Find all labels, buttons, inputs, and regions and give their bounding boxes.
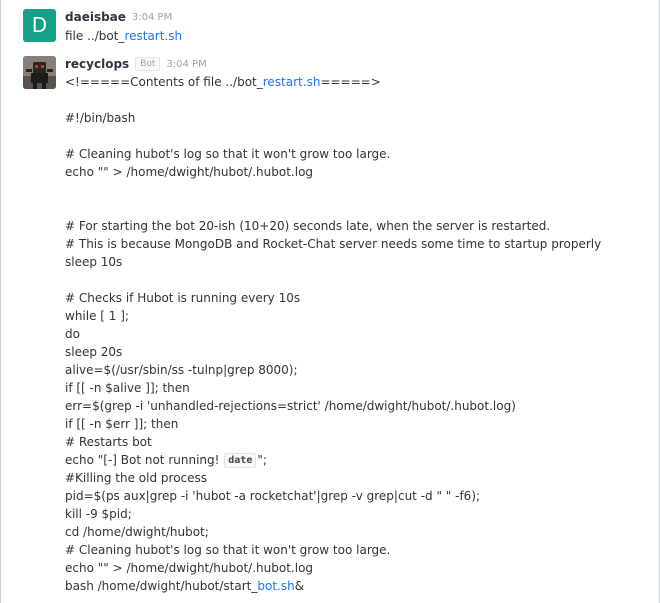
- code-line: # Cleaning hubot's log so that it won't …: [65, 147, 391, 161]
- code-line: if [[ -n $err ]]; then: [65, 417, 179, 431]
- message-text-prefix: file ../bot_: [65, 29, 125, 43]
- code-line: # Checks if Hubot is running every 10s: [65, 291, 301, 305]
- code-line: # Cleaning hubot's log so that it won't …: [65, 543, 391, 557]
- code-line: echo "" > /home/dwight/hubot/.hubot.log: [65, 165, 314, 179]
- code-line: sleep 20s: [65, 345, 123, 359]
- code-line: # This is because MongoDB and Rocket-Cha…: [65, 237, 602, 251]
- auto-link[interactable]: bot.sh: [257, 577, 294, 595]
- code-line: err=$(grep -i 'unhandled-rejections=stri…: [65, 399, 516, 413]
- bot-role-badge: Bot: [135, 57, 161, 71]
- user-avatar[interactable]: D: [23, 9, 56, 42]
- code-line: # For starting the bot 20-ish (10+20) se…: [65, 219, 551, 233]
- message-username[interactable]: daeisbae: [65, 10, 126, 24]
- auto-link[interactable]: restart.sh: [263, 73, 321, 91]
- header-suffix: =====>: [320, 75, 381, 89]
- code-line-bash: bash /home/dwight/hubot/start_ bot.sh &: [65, 577, 643, 595]
- code-line: #Killing the old process: [65, 471, 208, 485]
- code-line-header: <!=====Contents of file ../bot_ restart.s…: [65, 73, 643, 91]
- auto-link[interactable]: restart.sh: [124, 27, 182, 45]
- code-line: while [ 1 ];: [65, 309, 129, 323]
- message-timestamp: 3:04 PM: [166, 58, 207, 70]
- inline-code: date: [224, 452, 257, 468]
- code-line-echo: echo "[-] Bot not running! date ";: [65, 451, 643, 469]
- message-username[interactable]: recyclops: [65, 57, 129, 71]
- bot-avatar[interactable]: [23, 56, 56, 89]
- message-timestamp: 3:04 PM: [131, 11, 173, 23]
- code-line: sleep 10s: [65, 255, 123, 269]
- header-prefix: <!=====Contents of file ../bot_: [65, 75, 263, 89]
- code-line: kill -9 $pid;: [65, 507, 132, 521]
- code-line: #!/bin/bash: [65, 111, 136, 125]
- echo-prefix: echo "[-] Bot not running!: [65, 453, 224, 467]
- code-line: # Restarts bot: [65, 435, 152, 449]
- echo-suffix: ";: [257, 453, 267, 467]
- code-line: if [[ -n $alive ]]; then: [65, 381, 190, 395]
- bash-prefix: bash /home/dwight/hubot/start_: [65, 579, 258, 593]
- message-text: file ../bot_ restart.sh: [65, 27, 643, 45]
- code-line: do: [65, 327, 80, 341]
- code-line: echo "" > /home/dwight/hubot/.hubot.log: [65, 561, 314, 575]
- bash-suffix: &: [294, 579, 305, 593]
- code-line: pid=$(ps aux|grep -i 'hubot -a rocketcha…: [65, 489, 481, 503]
- robot-avatar-icon: [23, 56, 56, 89]
- code-line: cd /home/dwight/hubot;: [65, 525, 209, 539]
- code-line: alive=$(/usr/sbin/ss -tulnp|grep 8000);: [65, 363, 298, 377]
- chat-message-list: D daeisbae 3:04 PM file ../bot_ restart.s…: [0, 0, 660, 603]
